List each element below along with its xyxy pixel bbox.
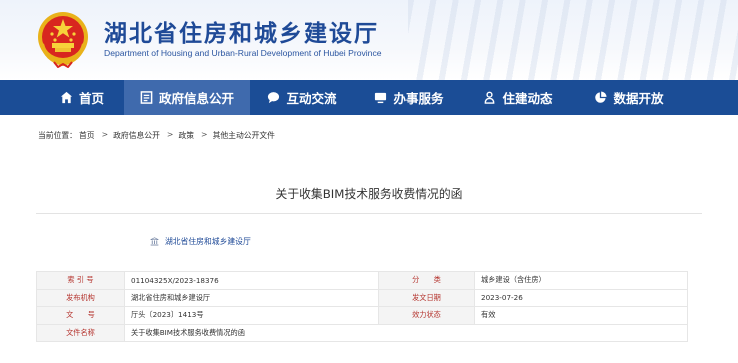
breadcrumb-item-other-files[interactable]: 其他主动公开文件 (213, 130, 275, 141)
site-header: 湖北省住房和城乡建设厅 Department of Housing and Ur… (0, 0, 738, 80)
main-nav: 首页 政府信息公开 互动交流 办事服务 住建动态 数据开放 (0, 80, 738, 115)
nav-item-interaction[interactable]: 互动交流 (250, 80, 354, 115)
pie-chart-icon (595, 91, 608, 103)
document-list-icon (140, 91, 153, 104)
nav-item-gov-info[interactable]: 政府信息公开 (124, 80, 250, 115)
label-doc-number: 文 号 (36, 306, 125, 325)
nav-item-home[interactable]: 首页 (40, 80, 124, 115)
table-row: 文 号 厅头〔2023〕1413号 效力状态 有效 (36, 306, 688, 325)
label-validity: 效力状态 (378, 306, 475, 325)
value-index-number: 01104325X/2023-18376 (124, 271, 379, 290)
breadcrumb-separator: > (201, 130, 208, 139)
site-title[interactable]: 湖北省住房和城乡建设厅 (104, 14, 379, 48)
table-row: 文件名称 关于收集BIM技术服务收费情况的函 (36, 323, 688, 343)
title-divider (36, 213, 702, 214)
table-row: 索 引 号 01104325X/2023-18376 分 类 城乡建设（含住房） (36, 271, 688, 290)
value-issuer: 湖北省住房和城乡建设厅 (124, 288, 379, 308)
monitor-icon (375, 92, 387, 104)
value-issue-date: 2023-07-26 (474, 288, 688, 308)
building-icon (150, 237, 159, 246)
value-validity: 有效 (474, 306, 688, 325)
nav-item-news[interactable]: 住建动态 (464, 80, 572, 115)
breadcrumb-separator: > (166, 130, 174, 139)
breadcrumb-prefix: 当前位置： (38, 131, 77, 140)
breadcrumb-separator: > (101, 130, 109, 139)
document-info-table: 索 引 号 01104325X/2023-18376 分 类 城乡建设（含住房）… (36, 271, 688, 343)
breadcrumb-item-gov-info[interactable]: 政府信息公开 (113, 130, 160, 141)
breadcrumb: 当前位置： 首页 > 政府信息公开 > 政策 > 其他主动公开文件 (38, 130, 277, 141)
breadcrumb-item-home[interactable]: 首页 (79, 130, 95, 141)
breadcrumb-item-policy[interactable]: 政策 (178, 130, 194, 141)
value-file-name: 关于收集BIM技术服务收费情况的函 (124, 323, 688, 343)
label-category: 分 类 (378, 271, 475, 290)
publisher-name[interactable]: 湖北省住房和城乡建设厅 (165, 236, 251, 247)
nav-item-label: 数据开放 (613, 91, 664, 106)
home-icon (60, 91, 73, 104)
value-doc-number: 厅头〔2023〕1413号 (124, 306, 379, 325)
nav-item-label: 办事服务 (393, 91, 444, 106)
nav-item-label: 互动交流 (286, 91, 337, 106)
chat-bubble-icon (268, 92, 280, 104)
national-emblem-icon (38, 12, 88, 68)
site-subtitle: Department of Housing and Urban-Rural De… (104, 48, 382, 58)
label-issuer: 发布机构 (36, 288, 125, 308)
value-category: 城乡建设（含住房） (474, 271, 688, 290)
label-issue-date: 发文日期 (378, 288, 475, 308)
label-index-number: 索 引 号 (36, 271, 125, 290)
nav-item-label: 政府信息公开 (158, 91, 234, 106)
nav-item-label: 首页 (78, 91, 104, 106)
nav-item-services[interactable]: 办事服务 (354, 80, 464, 115)
table-row: 发布机构 湖北省住房和城乡建设厅 发文日期 2023-07-26 (36, 288, 688, 308)
nav-item-open-data[interactable]: 数据开放 (572, 80, 686, 115)
person-icon (485, 91, 495, 104)
nav-item-label: 住建动态 (502, 91, 553, 106)
publisher-line: 湖北省住房和城乡建设厅 (150, 236, 251, 247)
label-file-name: 文件名称 (36, 323, 125, 343)
article-title: 关于收集BIM技术服务收费情况的函 (275, 187, 463, 201)
